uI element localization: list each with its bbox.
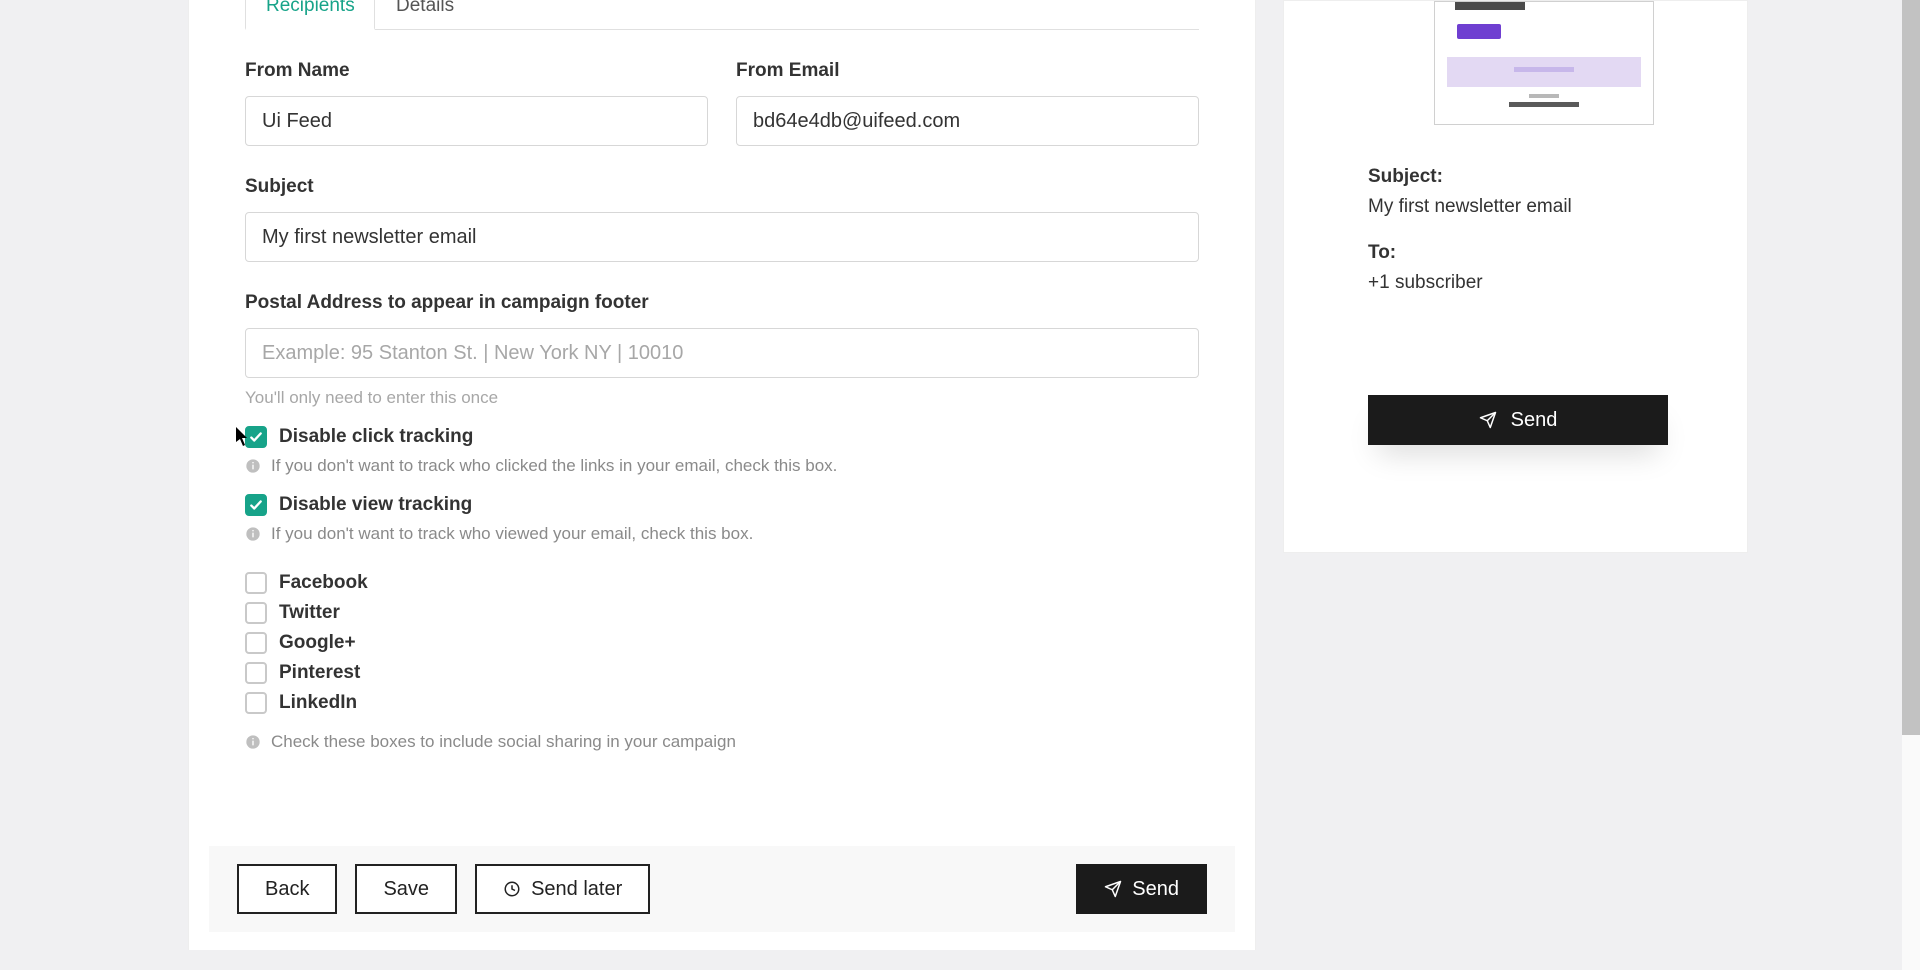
send-later-label: Send later [531,878,622,901]
campaign-summary-card: Subject: My first newsletter email To: +… [1283,0,1748,553]
postal-helper: You'll only need to enter this once [245,388,1199,408]
summary-send-label: Send [1511,409,1558,432]
clock-icon [503,880,521,898]
postal-input[interactable] [245,328,1199,378]
from-name-input[interactable] [245,96,708,146]
postal-label: Postal Address to appear in campaign foo… [245,292,1199,314]
summary-to-label: To: [1368,242,1707,264]
disable-click-checkbox[interactable] [245,426,267,448]
email-preview-thumbnail[interactable] [1434,1,1654,125]
disable-view-help: If you don't want to track who viewed yo… [271,524,753,544]
pinterest-label: Pinterest [279,662,360,684]
googleplus-checkbox[interactable] [245,632,267,654]
facebook-label: Facebook [279,572,368,594]
vertical-scrollbar[interactable] [1902,0,1920,735]
info-icon [245,526,261,542]
subject-input[interactable] [245,212,1199,262]
from-email-label: From Email [736,60,1199,82]
disable-click-label: Disable click tracking [279,426,473,448]
twitter-label: Twitter [279,602,340,624]
summary-to-value: +1 subscriber [1368,272,1707,294]
linkedin-label: LinkedIn [279,692,357,714]
campaign-form-card: Recipients Details From Name From Email … [188,0,1256,950]
paper-plane-icon [1104,880,1122,898]
info-icon [245,734,261,750]
form-tabs: Recipients Details [245,0,1199,30]
tab-details[interactable]: Details [375,0,475,30]
linkedin-checkbox[interactable] [245,692,267,714]
save-button[interactable]: Save [355,864,457,914]
info-icon [245,458,261,474]
back-button[interactable]: Back [237,864,337,914]
from-name-label: From Name [245,60,708,82]
summary-subject-label: Subject: [1368,166,1707,188]
summary-subject-value: My first newsletter email [1368,196,1707,218]
twitter-checkbox[interactable] [245,602,267,624]
send-label: Send [1132,878,1179,901]
pinterest-checkbox[interactable] [245,662,267,684]
send-button[interactable]: Send [1076,864,1207,914]
disable-view-label: Disable view tracking [279,494,472,516]
from-email-input[interactable] [736,96,1199,146]
send-later-button[interactable]: Send later [475,864,650,914]
googleplus-label: Google+ [279,632,356,654]
subject-label: Subject [245,176,1199,198]
disable-view-checkbox[interactable] [245,494,267,516]
summary-send-button[interactable]: Send [1368,395,1668,445]
social-helper: Check these boxes to include social shar… [271,732,736,752]
tab-recipients[interactable]: Recipients [245,0,375,30]
disable-click-help: If you don't want to track who clicked t… [271,456,837,476]
facebook-checkbox[interactable] [245,572,267,594]
form-footer: Back Save Send later Send [209,846,1235,932]
paper-plane-icon [1479,411,1497,429]
